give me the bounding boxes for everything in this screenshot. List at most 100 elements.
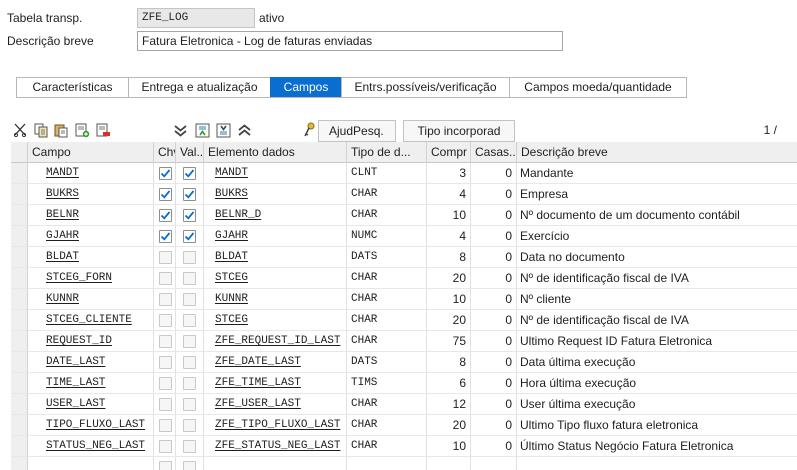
initial-values-checkbox[interactable] (183, 314, 196, 327)
column-header-key[interactable]: Chv (154, 142, 176, 163)
initial-values-checkbox[interactable] (183, 167, 196, 180)
key-checkbox[interactable] (159, 377, 172, 390)
field-name-cell[interactable]: BELNR (28, 205, 154, 226)
key-checkbox[interactable] (159, 251, 172, 264)
data-element-cell[interactable]: STCEG (204, 310, 347, 331)
column-header-data-type[interactable]: Tipo de d... (347, 142, 427, 163)
initial-values-checkbox[interactable] (183, 461, 196, 470)
initial-values-checkbox[interactable] (183, 398, 196, 411)
field-name-cell[interactable] (28, 457, 154, 470)
data-element-cell[interactable]: MANDT (204, 163, 347, 184)
table-row[interactable]: GJAHR GJAHR NUMC 4 0 Exercício (11, 226, 797, 247)
key-checkbox[interactable] (159, 398, 172, 411)
row-selector[interactable] (11, 268, 28, 289)
row-selector[interactable] (11, 184, 28, 205)
row-selector[interactable] (11, 352, 28, 373)
row-selector[interactable] (11, 163, 28, 184)
tab-input-help-check[interactable]: Entrs.possíveis/verificação (341, 77, 509, 98)
table-row[interactable]: REQUEST_ID ZFE_REQUEST_ID_LAST CHAR 75 0 Ulti… (11, 331, 797, 352)
tab-characteristics[interactable]: Características (16, 77, 128, 98)
field-name-cell[interactable]: DATE_LAST (28, 352, 154, 373)
data-element-cell[interactable]: BELNR_D (204, 205, 347, 226)
row-selector[interactable] (11, 331, 28, 352)
table-row[interactable]: MANDT MANDT CLNT 3 0 Mandante (11, 163, 797, 184)
row-selector[interactable] (11, 457, 28, 470)
last-page-icon[interactable] (213, 120, 233, 140)
column-header-data-element[interactable]: Elemento dados (204, 142, 347, 163)
paste-icon[interactable] (51, 120, 71, 140)
data-element-cell[interactable]: KUNNR (204, 289, 347, 310)
field-name-cell[interactable]: USER_LAST (28, 394, 154, 415)
key-checkbox[interactable] (159, 230, 172, 243)
row-selector[interactable] (11, 289, 28, 310)
row-selector[interactable] (11, 436, 28, 457)
field-name-cell[interactable]: STCEG_CLIENTE (28, 310, 154, 331)
first-page-icon[interactable] (192, 120, 212, 140)
data-element-cell[interactable]: BUKRS (204, 184, 347, 205)
key-checkbox[interactable] (159, 209, 172, 222)
delete-row-icon[interactable] (93, 120, 113, 140)
initial-values-checkbox[interactable] (183, 230, 196, 243)
row-selector[interactable] (11, 247, 28, 268)
initial-values-checkbox[interactable] (183, 377, 196, 390)
field-name-cell[interactable]: TIPO_FLUXO_LAST (28, 415, 154, 436)
field-name-cell[interactable]: MANDT (28, 163, 154, 184)
row-selector[interactable] (11, 415, 28, 436)
field-name-cell[interactable]: BUKRS (28, 184, 154, 205)
tab-currency-quantity-fields[interactable]: Campos moeda/quantidade (509, 77, 687, 98)
initial-values-checkbox[interactable] (183, 251, 196, 264)
table-row[interactable]: BELNR BELNR_D CHAR 10 0 Nº documento de um do… (11, 205, 797, 226)
select-all-corner[interactable] (11, 142, 28, 163)
table-row[interactable]: STCEG_FORN STCEG CHAR 20 0 Nº de identificaçã… (11, 268, 797, 289)
table-row[interactable]: BLDAT BLDAT DATS 8 0 Data no documento (11, 247, 797, 268)
initial-values-checkbox[interactable] (183, 272, 196, 285)
data-element-cell[interactable]: BLDAT (204, 247, 347, 268)
field-name-cell[interactable]: TIME_LAST (28, 373, 154, 394)
tab-delivery-maintenance[interactable]: Entrega e atualização (128, 77, 270, 98)
search-help-button[interactable]: AjudPesq. (318, 120, 396, 142)
field-name-cell[interactable]: BLDAT (28, 247, 154, 268)
data-element-cell[interactable]: ZFE_REQUEST_ID_LAST (204, 331, 347, 352)
column-header-decimals[interactable]: Casas... (471, 142, 517, 163)
data-element-cell[interactable]: ZFE_TIME_LAST (204, 373, 347, 394)
scroll-down-icon[interactable] (170, 120, 190, 140)
data-element-cell[interactable]: ZFE_TIPO_FLUXO_LAST (204, 415, 347, 436)
data-element-cell[interactable]: ZFE_DATE_LAST (204, 352, 347, 373)
key-checkbox[interactable] (159, 314, 172, 327)
tab-fields[interactable]: Campos (270, 77, 341, 98)
field-name-cell[interactable]: KUNNR (28, 289, 154, 310)
key-checkbox[interactable] (159, 335, 172, 348)
table-row[interactable]: TIME_LAST ZFE_TIME_LAST TIMS 6 0 Hora última … (11, 373, 797, 394)
column-header-field[interactable]: Campo (28, 142, 154, 163)
table-row[interactable]: STATUS_NEG_LAST ZFE_STATUS_NEG_LAST CHAR 10… (11, 436, 797, 457)
field-name-cell[interactable]: GJAHR (28, 226, 154, 247)
short-description-field[interactable]: Fatura Eletronica - Log de faturas envia… (137, 31, 563, 51)
row-selector[interactable] (11, 394, 28, 415)
insert-row-icon[interactable] (72, 120, 92, 140)
table-row[interactable]: DATE_LAST ZFE_DATE_LAST DATS 8 0 Data última … (11, 352, 797, 373)
column-header-initial-values[interactable]: Val... (176, 142, 204, 163)
key-checkbox[interactable] (159, 419, 172, 432)
key-checkbox[interactable] (159, 188, 172, 201)
data-element-cell[interactable] (204, 457, 347, 470)
initial-values-checkbox[interactable] (183, 335, 196, 348)
field-name-cell[interactable]: STATUS_NEG_LAST (28, 436, 154, 457)
column-header-length[interactable]: Compr (427, 142, 471, 163)
table-row[interactable] (11, 457, 797, 470)
scroll-up-icon[interactable] (234, 120, 254, 140)
copy-icon[interactable] (31, 120, 51, 140)
data-element-cell[interactable]: ZFE_STATUS_NEG_LAST (204, 436, 347, 457)
row-selector[interactable] (11, 373, 28, 394)
table-row[interactable]: BUKRS BUKRS CHAR 4 0 Empresa (11, 184, 797, 205)
initial-values-checkbox[interactable] (183, 440, 196, 453)
key-checkbox[interactable] (159, 440, 172, 453)
initial-values-checkbox[interactable] (183, 188, 196, 201)
row-selector[interactable] (11, 310, 28, 331)
table-row[interactable]: USER_LAST ZFE_USER_LAST CHAR 12 0 User última… (11, 394, 797, 415)
field-name-cell[interactable]: STCEG_FORN (28, 268, 154, 289)
row-selector[interactable] (11, 205, 28, 226)
cut-icon[interactable] (10, 120, 30, 140)
initial-values-checkbox[interactable] (183, 419, 196, 432)
column-header-short-description[interactable]: Descrição breve (517, 142, 797, 163)
table-row[interactable]: TIPO_FLUXO_LAST ZFE_TIPO_FLUXO_LAST CHAR 20… (11, 415, 797, 436)
